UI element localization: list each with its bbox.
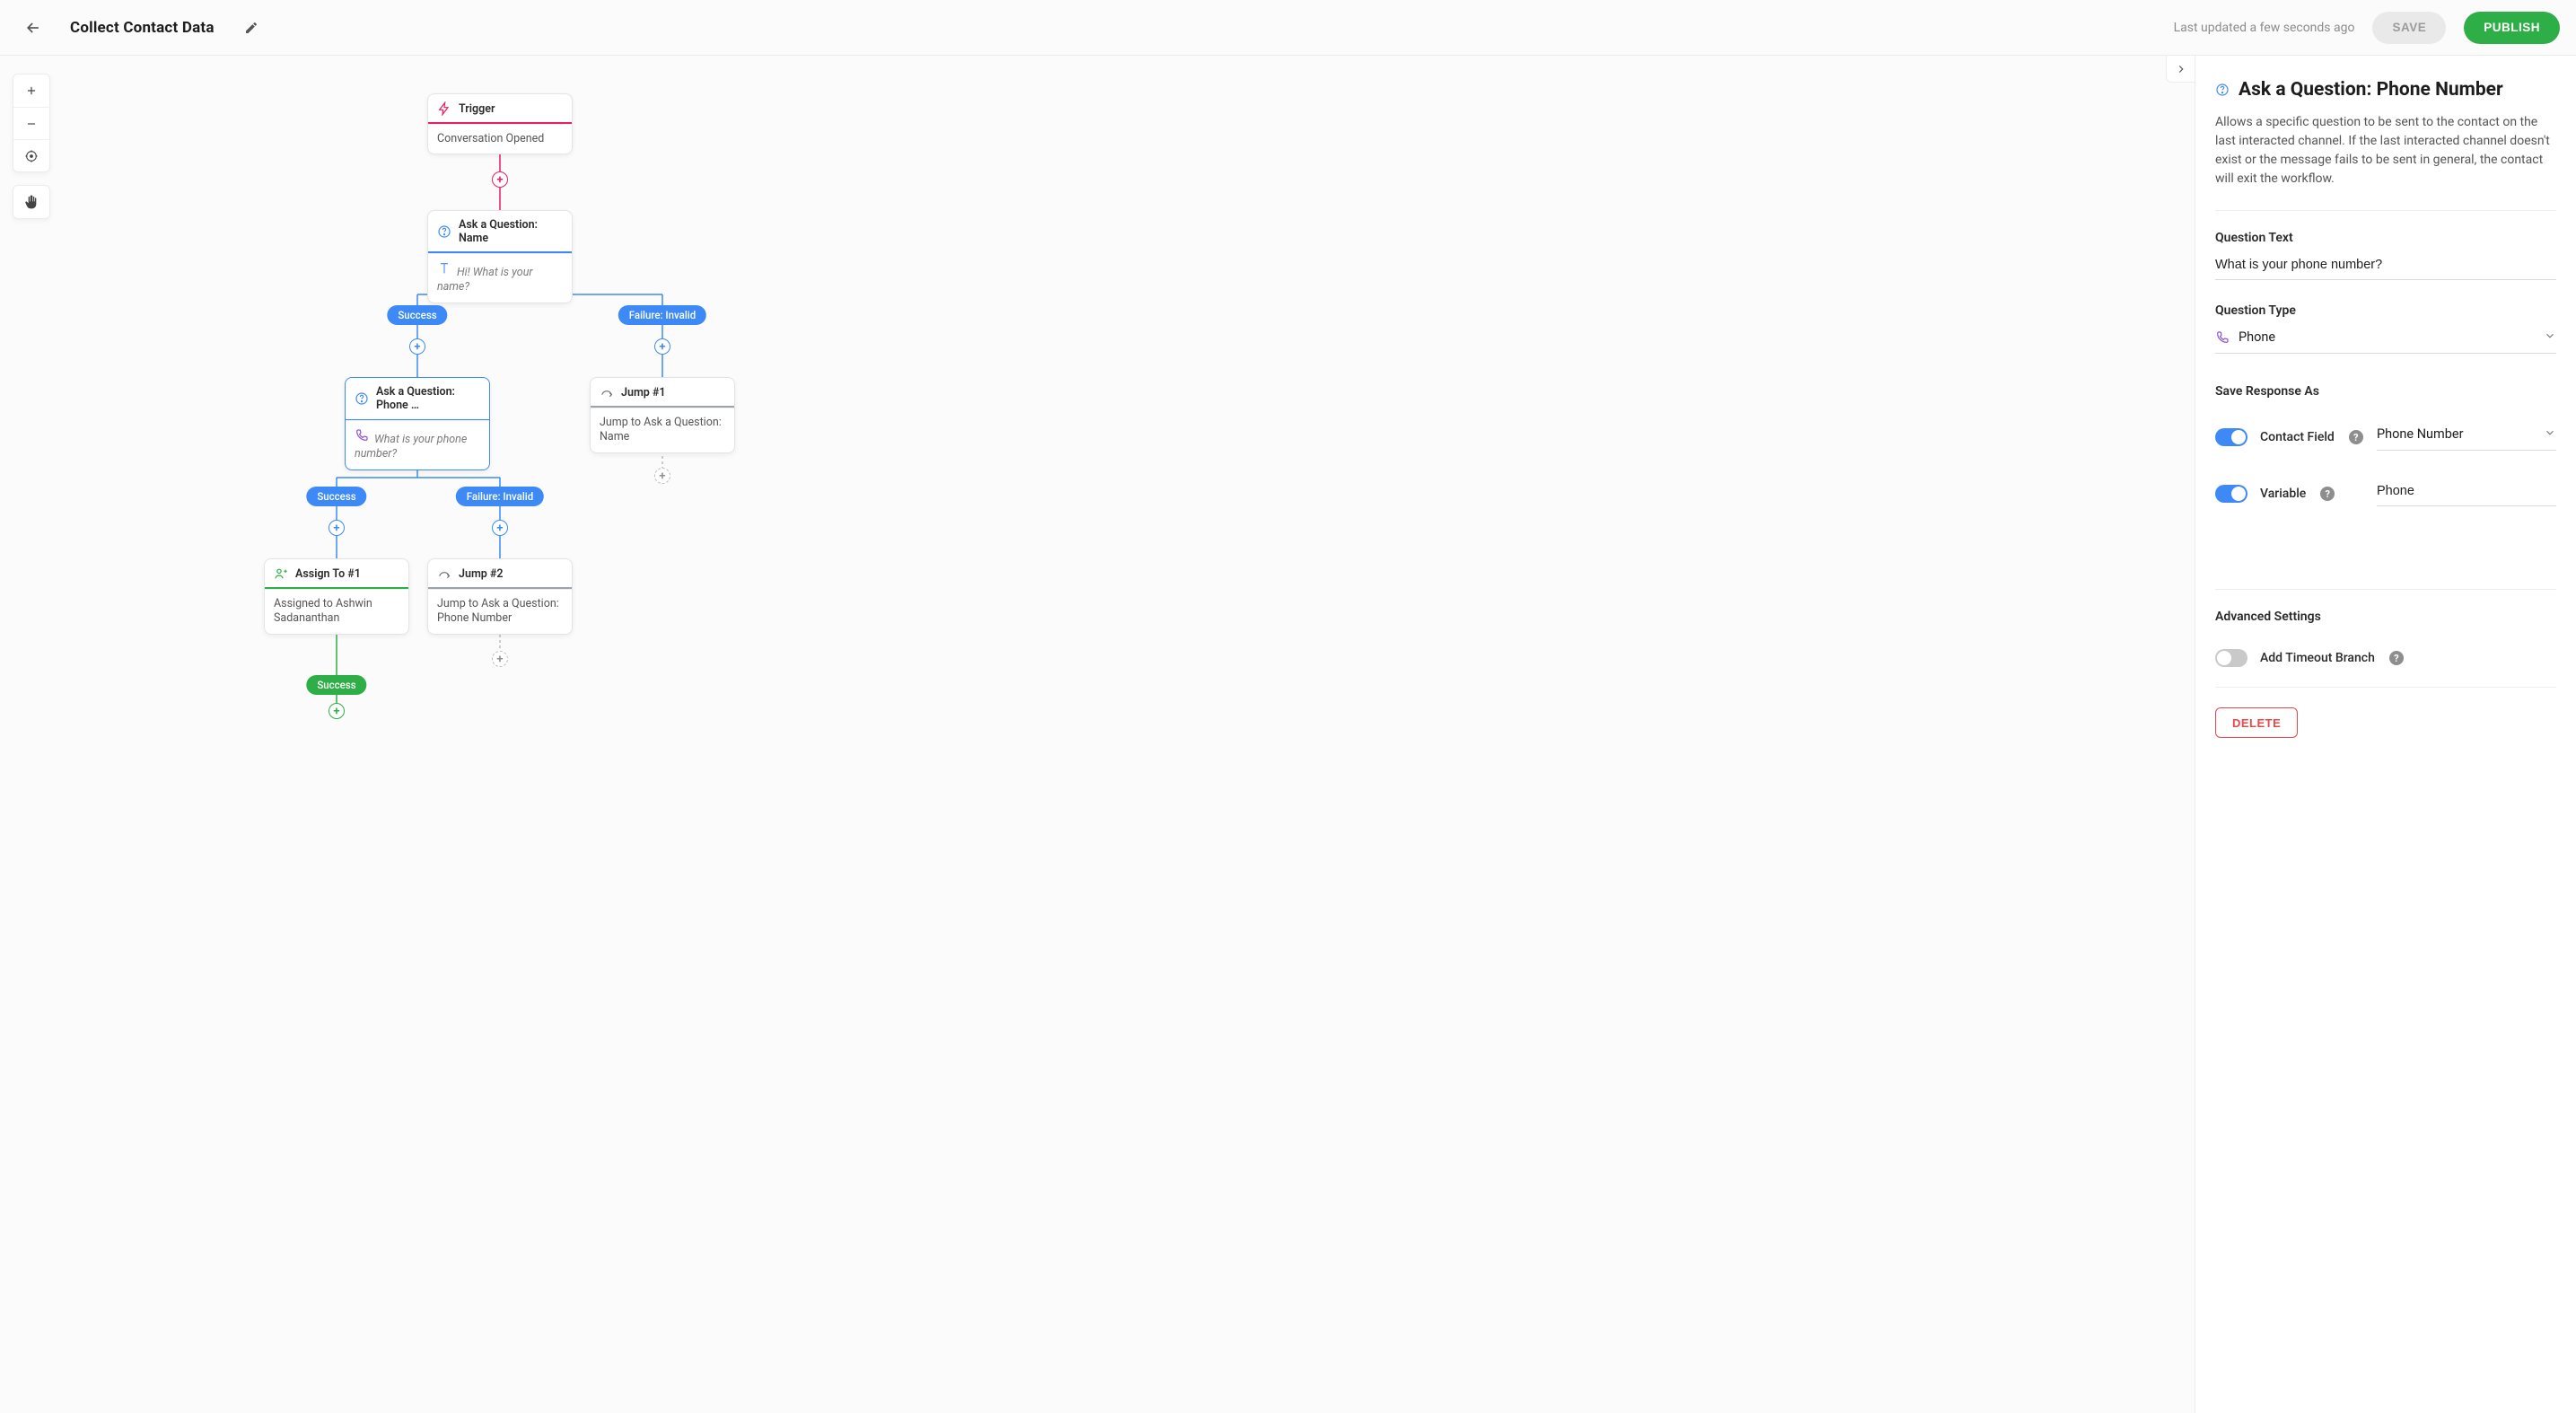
detail-panel: Ask a Question: Phone Number Allows a sp…: [2195, 56, 2576, 1413]
node-title: Trigger: [459, 102, 495, 116]
help-icon[interactable]: ?: [2349, 430, 2363, 444]
save-button[interactable]: SAVE: [2372, 12, 2446, 44]
add-step-button[interactable]: +: [329, 520, 345, 536]
flow-connectors: [0, 56, 2195, 1413]
publish-button[interactable]: PUBLISH: [2464, 12, 2560, 44]
panel-title-row: Ask a Question: Phone Number: [2215, 79, 2556, 101]
contact-field-label: Contact Field: [2260, 430, 2335, 444]
add-step-button[interactable]: +: [492, 651, 508, 667]
node-assign[interactable]: Assign To #1 Assigned to Ashwin Sadanant…: [264, 558, 409, 635]
add-step-button[interactable]: +: [654, 468, 670, 484]
question-type-select[interactable]: Phone: [2215, 327, 2556, 354]
question-icon: [2215, 80, 2230, 100]
node-body: Conversation Opened: [428, 124, 572, 154]
pill-success: Success: [306, 487, 366, 506]
back-button[interactable]: [20, 14, 47, 41]
contact-field-toggle[interactable]: [2215, 428, 2247, 446]
save-as-label: Save Response As: [2215, 384, 2556, 399]
node-title: Ask a Question: Phone …: [376, 385, 480, 412]
node-ask-name[interactable]: Ask a Question: Name Hi! What is your na…: [427, 210, 573, 303]
add-step-button[interactable]: +: [329, 703, 345, 719]
node-title: Assign To #1: [295, 567, 361, 581]
advanced-settings-label: Advanced Settings: [2215, 610, 2556, 624]
add-step-button[interactable]: +: [492, 171, 508, 188]
node-title: Jump #2: [459, 567, 504, 581]
panel-title: Ask a Question: Phone Number: [2239, 79, 2503, 101]
chevron-down-icon: [2544, 426, 2556, 443]
add-step-button[interactable]: +: [654, 338, 670, 355]
panel-description: Allows a specific question to be sent to…: [2215, 113, 2556, 189]
variable-input[interactable]: [2377, 484, 2556, 506]
jump-icon: [437, 566, 451, 581]
node-title: Ask a Question: Name: [459, 218, 563, 245]
pill-failure: Failure: Invalid: [618, 305, 706, 325]
timeout-toggle[interactable]: [2215, 649, 2247, 667]
question-icon: [437, 224, 451, 239]
app-header: Collect Contact Data Last updated a few …: [0, 0, 2576, 56]
node-body: Jump to Ask a Question: Phone Number: [428, 589, 572, 634]
node-body: Assigned to Ashwin Sadananthan: [265, 589, 408, 634]
assign-icon: [274, 566, 288, 581]
add-step-button[interactable]: +: [409, 338, 425, 355]
variable-label: Variable: [2260, 487, 2306, 501]
question-text-label: Question Text: [2215, 231, 2556, 245]
node-body: What is your phone number?: [355, 433, 467, 461]
bolt-icon: [437, 101, 451, 116]
page-title: Collect Contact Data: [70, 19, 215, 37]
node-jump-2[interactable]: Jump #2 Jump to Ask a Question: Phone Nu…: [427, 558, 573, 635]
pill-success: Success: [387, 305, 447, 325]
add-step-button[interactable]: +: [492, 520, 508, 536]
delete-button[interactable]: DELETE: [2215, 707, 2298, 738]
node-jump-1[interactable]: Jump #1 Jump to Ask a Question: Name: [590, 377, 735, 453]
flow-canvas[interactable]: Trigger Conversation Opened + Ask a Ques…: [0, 56, 2195, 1413]
jump-icon: [600, 385, 614, 399]
node-body: Jump to Ask a Question: Name: [591, 408, 734, 452]
node-trigger[interactable]: Trigger Conversation Opened: [427, 93, 573, 154]
contact-field-value: Phone Number: [2377, 426, 2464, 442]
phone-icon: [355, 428, 369, 443]
question-type-label: Question Type: [2215, 303, 2556, 318]
phone-icon: [2215, 330, 2230, 345]
node-ask-phone[interactable]: Ask a Question: Phone … What is your pho…: [345, 377, 490, 470]
question-text-input[interactable]: [2215, 254, 2556, 280]
pill-success: Success: [306, 675, 366, 695]
last-updated-status: Last updated a few seconds ago: [2174, 21, 2355, 35]
contact-field-select[interactable]: Phone Number: [2377, 424, 2556, 451]
help-icon[interactable]: ?: [2389, 651, 2404, 665]
help-icon[interactable]: ?: [2320, 487, 2335, 501]
pill-failure: Failure: Invalid: [456, 487, 544, 506]
chevron-down-icon: [2544, 329, 2556, 346]
question-type-value: Phone: [2239, 329, 2275, 345]
timeout-branch-label: Add Timeout Branch: [2260, 651, 2375, 665]
variable-toggle[interactable]: [2215, 485, 2247, 503]
node-title: Jump #1: [621, 386, 666, 399]
text-icon: [437, 261, 451, 276]
collapse-panel-button[interactable]: [2166, 56, 2195, 83]
question-icon: [355, 391, 369, 406]
edit-title-button[interactable]: [238, 14, 265, 41]
